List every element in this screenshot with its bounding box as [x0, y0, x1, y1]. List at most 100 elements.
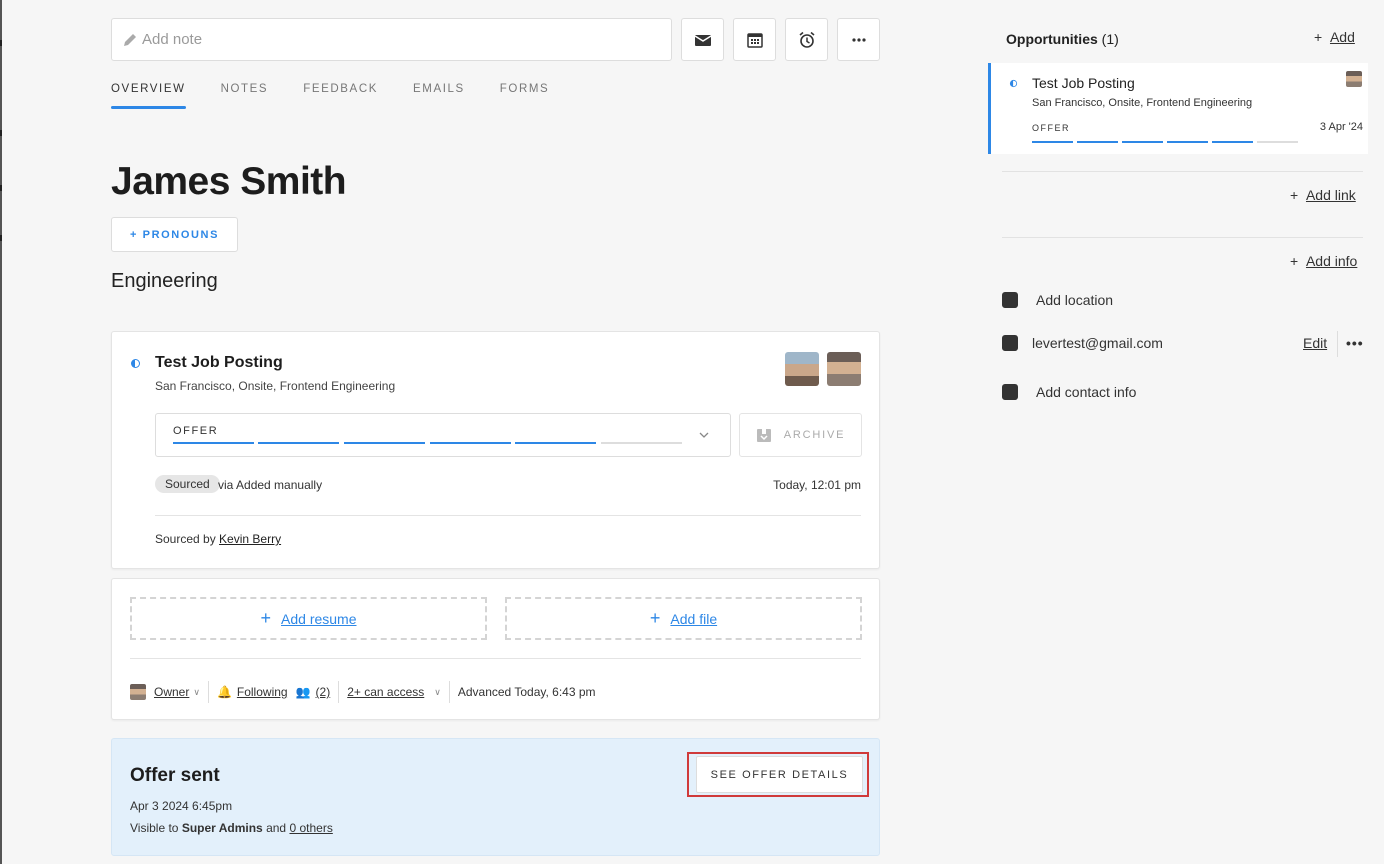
tab-notes[interactable]: NOTES: [221, 83, 269, 109]
add-note-input[interactable]: [142, 31, 642, 48]
stage-progress-segment: [1212, 141, 1253, 143]
stage-progress-segment: [1077, 141, 1118, 143]
sourcer-link[interactable]: Kevin Berry: [219, 532, 281, 546]
owner-dropdown[interactable]: Owner: [154, 685, 189, 699]
email-button[interactable]: [681, 18, 724, 61]
sidebar-stage: OFFER: [1032, 123, 1070, 133]
divider: [130, 658, 861, 659]
avatar[interactable]: [785, 352, 819, 386]
sidebar-job-title: Test Job Posting: [1032, 75, 1135, 91]
add-contact-label: Add contact info: [1036, 384, 1137, 400]
offer-title: Offer sent: [130, 765, 220, 786]
calendar-icon: [746, 32, 763, 48]
email-more-button[interactable]: •••: [1346, 335, 1364, 351]
followers-count[interactable]: (2): [316, 685, 331, 699]
visibility-group: Super Admins: [181, 821, 263, 835]
sidebar-stage-date: 3 Apr '24: [1319, 121, 1363, 133]
stage-progress-segment: [1032, 141, 1073, 143]
profile-tabs: OVERVIEW NOTES FEEDBACK EMAILS FORMS: [111, 83, 584, 109]
opportunity-card: Test Job Posting San Francisco, Onsite, …: [111, 331, 880, 569]
chevron-down-icon: ∨: [193, 686, 200, 697]
archive-button[interactable]: ARCHIVE: [739, 413, 862, 457]
add-link-label: Add link: [1305, 187, 1356, 203]
followers-icon: 👥: [295, 685, 311, 699]
divider: [1002, 237, 1363, 238]
add-info-label: Add info: [1305, 253, 1358, 269]
email-row: levertest@gmail.com: [1002, 335, 1163, 351]
see-offer-details-button[interactable]: SEE OFFER DETAILS: [696, 756, 863, 793]
timestamp: Today, 12:01 pm: [773, 478, 861, 492]
add-opportunity-label: Add: [1329, 29, 1355, 45]
pencil-icon: [124, 33, 136, 46]
archive-icon: [756, 429, 771, 442]
stage-status-icon: [131, 359, 140, 368]
offer-date: Apr 3 2024 6:45pm: [130, 799, 233, 813]
bell-icon: 🔔: [216, 685, 232, 699]
attachments-card: + Add resume + Add file Owner ∨ 🔔 Follow…: [111, 578, 880, 720]
add-pronouns-button[interactable]: + PRONOUNS: [111, 217, 238, 252]
add-location-row[interactable]: Add location: [1002, 292, 1113, 308]
plus-icon: +: [649, 608, 661, 628]
opportunities-label: Opportunities: [1006, 31, 1098, 47]
sourced-by-prefix: Sourced by: [155, 532, 216, 546]
access-dropdown[interactable]: 2+ can access: [347, 685, 424, 699]
stage-status-icon: [1009, 79, 1018, 88]
home-icon: [1002, 292, 1018, 308]
offer-sent-banner: Offer sent Apr 3 2024 6:45pm Visible to …: [111, 738, 880, 856]
tab-overview[interactable]: OVERVIEW: [111, 83, 186, 109]
add-location-label: Add location: [1036, 292, 1114, 308]
opportunities-heading: Opportunities (1): [1006, 31, 1119, 47]
sourced-by: Sourced by Kevin Berry: [155, 532, 281, 546]
alarm-icon: [798, 31, 815, 48]
job-title[interactable]: Test Job Posting: [155, 354, 283, 372]
divider: [448, 681, 450, 703]
visibility-and: and: [266, 821, 287, 835]
edit-email-button[interactable]: Edit: [1303, 335, 1327, 351]
tab-forms[interactable]: FORMS: [500, 83, 550, 109]
visibility-others-link[interactable]: 0 others: [289, 821, 332, 835]
add-resume-link[interactable]: Add resume: [281, 611, 356, 627]
avatar: [1346, 71, 1362, 87]
add-contact-row[interactable]: Add contact info: [1002, 384, 1136, 400]
add-file-dropzone[interactable]: + Add file: [505, 597, 862, 640]
stage-progress-segment: [515, 442, 596, 444]
add-opportunity-button[interactable]: + Add: [1314, 29, 1355, 45]
offer-visibility: Visible to Super Admins and 0 others: [130, 821, 333, 835]
avatar[interactable]: [827, 352, 861, 386]
add-file-link[interactable]: Add file: [670, 611, 717, 627]
phone-icon: [1002, 384, 1018, 400]
plus-icon: +: [1290, 253, 1306, 269]
divider: [155, 515, 861, 516]
divider: [1002, 171, 1363, 172]
more-icon: [851, 37, 866, 42]
add-resume-dropzone[interactable]: + Add resume: [130, 597, 487, 640]
more-actions-button[interactable]: [837, 18, 880, 61]
schedule-button[interactable]: [733, 18, 776, 61]
add-link-button[interactable]: + Add link: [1290, 187, 1356, 203]
reminder-button[interactable]: [785, 18, 828, 61]
email-value[interactable]: levertest@gmail.com: [1032, 335, 1163, 351]
divider: [338, 681, 340, 703]
plus-icon: +: [1314, 29, 1330, 45]
advanced-time: Advanced Today, 6:43 pm: [457, 685, 596, 699]
source-via: via Added manually: [218, 478, 323, 492]
tab-emails[interactable]: EMAILS: [413, 83, 465, 109]
stage-progress-segment: [344, 442, 425, 444]
chevron-down-icon: ∨: [434, 686, 441, 697]
stage-dropdown[interactable]: OFFER: [155, 413, 731, 457]
candidate-name: James Smith: [111, 160, 347, 203]
following-toggle[interactable]: Following: [237, 685, 288, 699]
divider: [207, 681, 209, 703]
stage-progress-segment: [173, 442, 254, 444]
job-subtitle: San Francisco, Onsite, Frontend Engineer…: [155, 379, 396, 393]
archive-label: ARCHIVE: [783, 429, 846, 441]
add-note-field[interactable]: [111, 18, 672, 61]
sidebar-opportunity-card[interactable]: Test Job Posting San Francisco, Onsite, …: [988, 63, 1368, 154]
stage-progress-segment: [601, 442, 682, 444]
divider: [1337, 331, 1338, 357]
stage-progress-segment: [1167, 141, 1208, 143]
stage-progress-segment: [1257, 141, 1298, 143]
avatar: [130, 684, 146, 700]
add-info-button[interactable]: + Add info: [1290, 253, 1357, 269]
tab-feedback[interactable]: FEEDBACK: [303, 83, 378, 109]
